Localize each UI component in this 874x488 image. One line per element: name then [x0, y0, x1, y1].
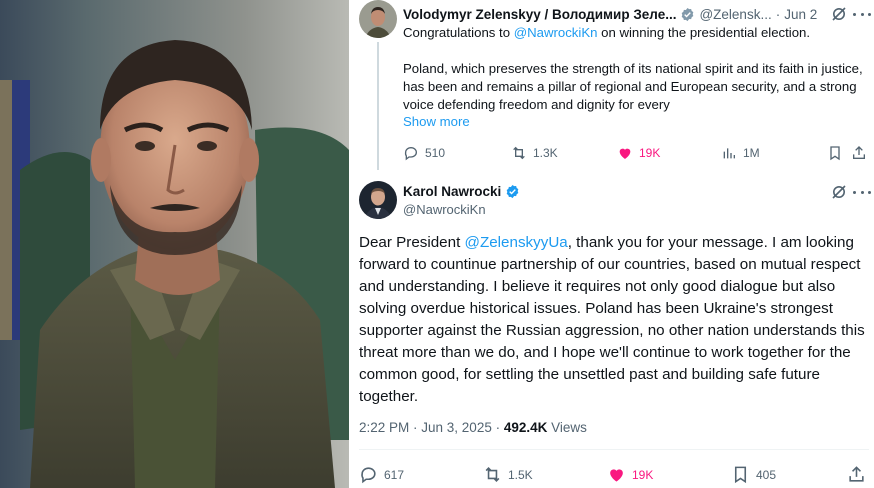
repost-icon [485, 467, 500, 482]
share-icon [849, 466, 864, 482]
share-button[interactable] [851, 145, 873, 161]
repost-icon [513, 146, 525, 160]
bookmark-icon [830, 146, 840, 161]
tweet1-text: Congratulations to @NawrockiKn on winnin… [403, 24, 865, 132]
tweet2-header: Karol Nawrocki [403, 184, 520, 199]
more-icon[interactable] [853, 6, 871, 22]
like-button[interactable]: 19K [607, 465, 653, 484]
bookmark-count: 405 [756, 467, 777, 482]
reply-button[interactable]: 510 [403, 145, 445, 161]
tweet-panel: Volodymyr Zelenskyy / Володимир Зеле... … [349, 0, 874, 488]
bookmark-icon [734, 466, 747, 484]
reply-icon [361, 467, 376, 484]
views-total: 492.4K [503, 420, 548, 435]
mention-link[interactable]: @NawrockiKn [514, 25, 598, 40]
repost-button[interactable]: 1.5K [483, 465, 533, 484]
tweet-date[interactable]: Jun 2 [784, 7, 817, 22]
verified-icon [680, 7, 695, 22]
bookmark-button[interactable]: 405 [731, 465, 776, 484]
author-avatar[interactable] [359, 0, 397, 38]
tweet2-greeting: Dear President [359, 234, 465, 251]
tweet1-text-prefix: Congratulations to [403, 25, 514, 40]
more-icon[interactable] [853, 184, 871, 200]
share-icon [853, 146, 865, 159]
author-name[interactable]: Volodymyr Zelenskyy / Володимир Зеле... [403, 7, 676, 22]
bookmark-button[interactable] [827, 145, 849, 161]
tweet-metadata: 2:22 PM · Jun 3, 2025 · 492.4K Views [359, 420, 587, 435]
tweet1-actions: 510 1.3K 19K 1M [403, 143, 869, 163]
thread-line [377, 42, 379, 170]
show-more-link[interactable]: Show more [403, 114, 470, 129]
tweet-timestamp[interactable]: 2:22 PM · Jun 3, 2025 · [359, 420, 504, 435]
verified-icon [505, 184, 520, 199]
grok-icon[interactable] [831, 6, 847, 22]
tweet1-paragraph: Poland, which preserves the strength of … [403, 61, 863, 112]
views-button[interactable]: 1M [721, 145, 760, 161]
reply-button[interactable]: 617 [359, 465, 404, 484]
reply-count: 510 [425, 146, 446, 160]
like-icon [610, 469, 623, 482]
author-avatar[interactable] [359, 181, 397, 219]
tweet2-body: , thank you for your message. I am looki… [359, 234, 865, 405]
repost-count: 1.3K [533, 146, 558, 160]
author-handle[interactable]: @Zelensk... [699, 7, 771, 22]
views-icon [723, 148, 735, 159]
views-label: Views [547, 420, 587, 435]
tweet1-header: Volodymyr Zelenskyy / Володимир Зеле... … [403, 5, 863, 23]
like-button[interactable]: 19K [617, 145, 660, 161]
grok-icon[interactable] [831, 184, 847, 200]
share-button[interactable] [847, 465, 872, 484]
tweet2-text: Dear President @ZelenskyyUa, thank you f… [359, 232, 869, 408]
like-count: 19K [632, 467, 654, 482]
repost-count: 1.5K [508, 467, 533, 482]
divider [359, 449, 869, 450]
mention-link[interactable]: @ZelenskyyUa [465, 234, 568, 251]
separator-dot: · [775, 6, 781, 22]
portrait-photo [0, 0, 349, 488]
repost-button[interactable]: 1.3K [511, 145, 558, 161]
author-handle[interactable]: @NawrockiKn [403, 202, 486, 217]
reply-icon [404, 147, 417, 161]
like-icon [619, 148, 631, 159]
like-count: 19K [639, 146, 661, 160]
reply-count: 617 [384, 467, 405, 482]
tweet2-actions: 617 1.5K 19K 405 [359, 465, 869, 485]
tweet1-text-suffix: on winning the presidential election. [597, 25, 811, 40]
author-name[interactable]: Karol Nawrocki [403, 184, 501, 199]
views-count: 1M [743, 146, 760, 160]
